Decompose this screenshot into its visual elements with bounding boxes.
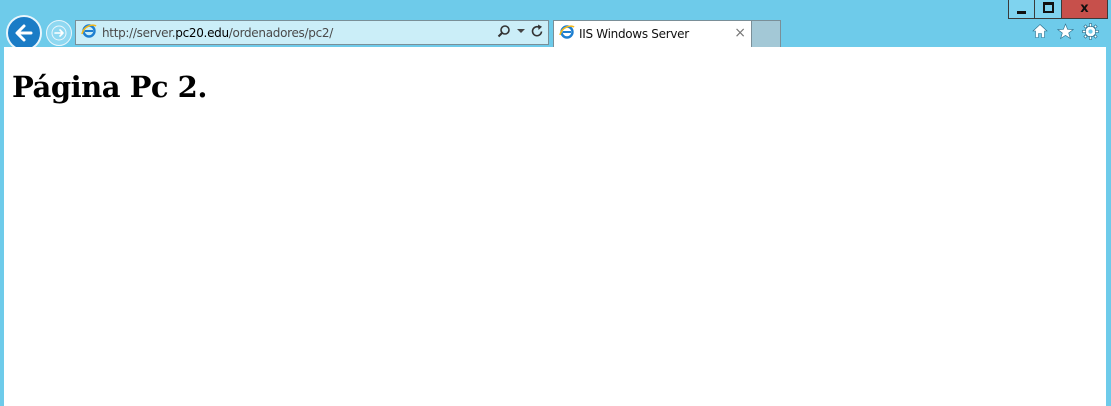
star-icon[interactable] xyxy=(1056,22,1074,40)
maximize-icon xyxy=(1042,2,1054,13)
back-button[interactable] xyxy=(6,15,42,51)
forward-arrow-icon xyxy=(51,25,67,41)
minimize-button[interactable] xyxy=(1008,0,1035,19)
gear-icon[interactable] xyxy=(1081,22,1099,40)
internet-explorer-icon xyxy=(81,23,97,43)
minimize-icon xyxy=(1017,10,1026,14)
page-heading: Página Pc 2. xyxy=(12,70,207,104)
new-tab-button[interactable] xyxy=(752,20,781,47)
url-prefix: http://server. xyxy=(102,25,176,40)
address-bar[interactable]: http://server.pc20.edu/ordenadores/pc2/ xyxy=(75,20,549,45)
forward-button[interactable] xyxy=(46,20,72,46)
url-domain: pc20.edu xyxy=(175,25,229,40)
internet-explorer-icon xyxy=(559,24,575,44)
tab-title: IIS Windows Server xyxy=(579,27,689,41)
home-icon[interactable] xyxy=(1031,22,1049,40)
close-icon: x xyxy=(1080,0,1089,16)
refresh-icon[interactable] xyxy=(531,24,544,38)
tab-close-icon[interactable]: × xyxy=(734,25,746,41)
url-path: /ordenadores/pc2/ xyxy=(228,25,333,40)
maximize-button[interactable] xyxy=(1035,0,1062,19)
url-text[interactable]: http://server.pc20.edu/ordenadores/pc2/ xyxy=(102,26,333,40)
page-content: Página Pc 2. xyxy=(4,47,1106,406)
back-arrow-icon xyxy=(15,24,33,42)
dropdown-arrow-icon[interactable] xyxy=(517,28,525,34)
close-window-button[interactable]: x xyxy=(1062,0,1108,19)
search-icon[interactable] xyxy=(497,24,511,38)
tab-iis-windows-server[interactable]: IIS Windows Server × xyxy=(553,20,752,47)
